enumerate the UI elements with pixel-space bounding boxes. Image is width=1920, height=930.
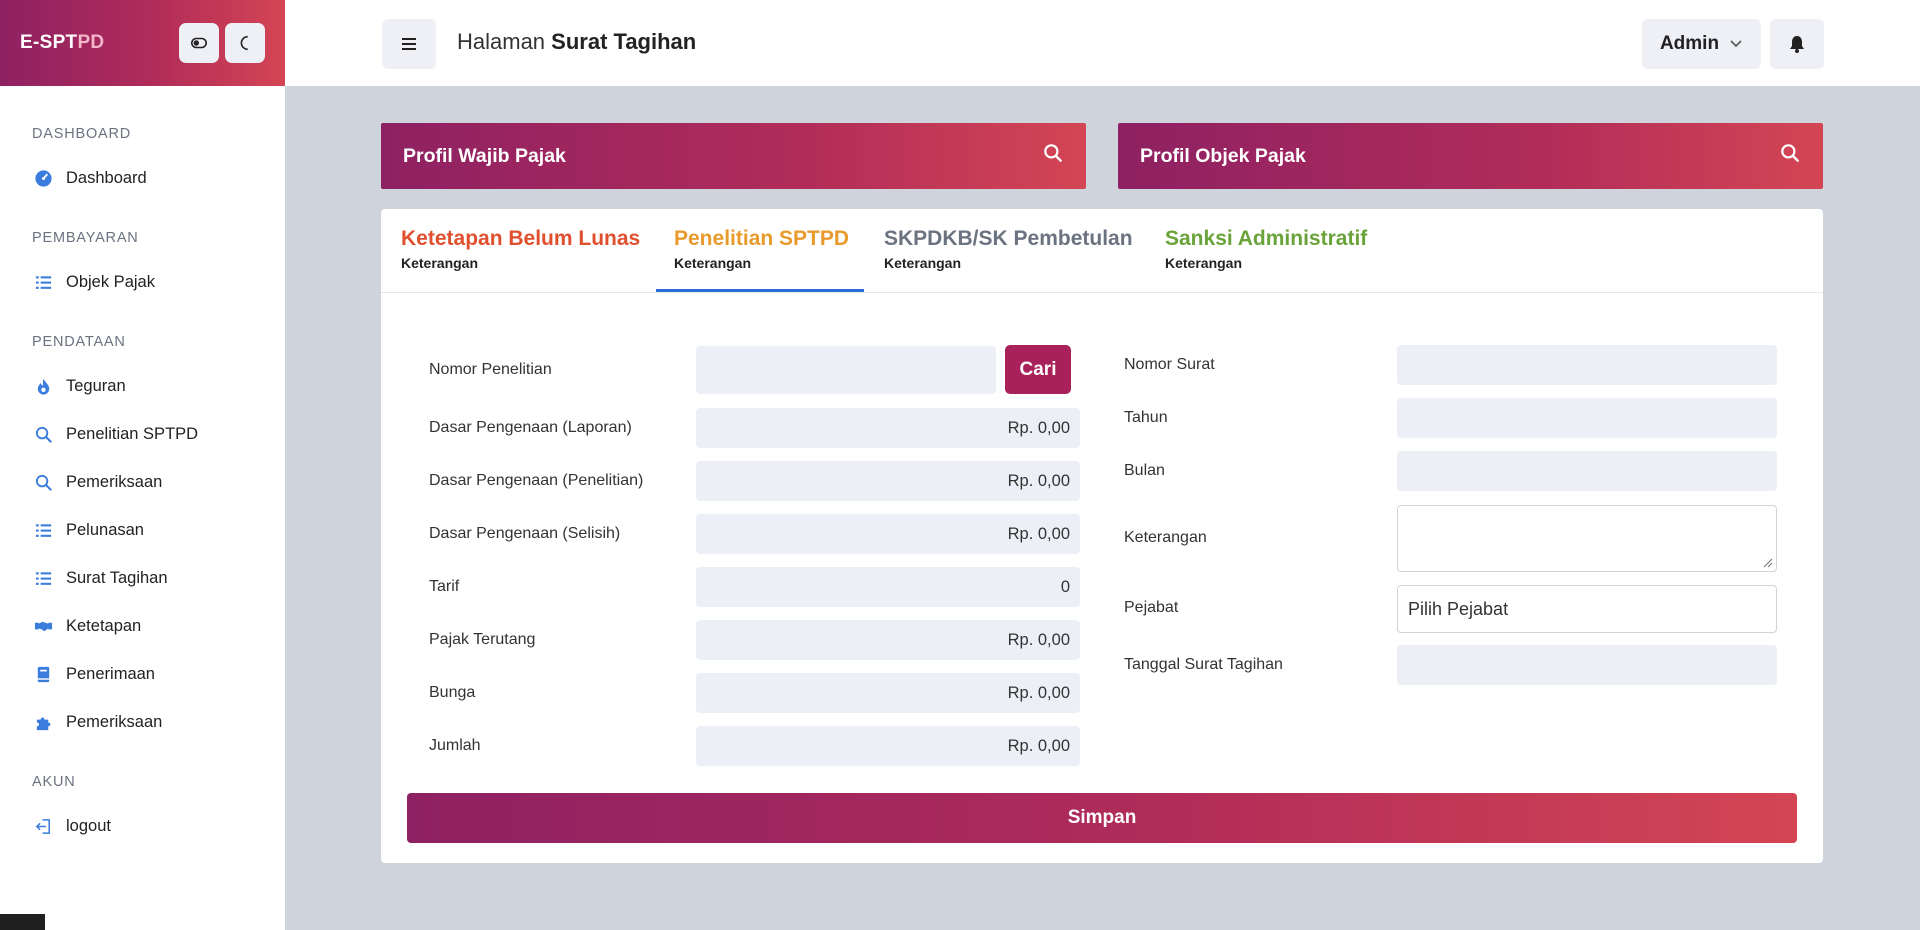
hamburger-icon — [402, 38, 416, 50]
label-dasar-pengenaan-penelitian: Dasar Pengenaan (Penelitian) — [429, 472, 644, 489]
sidebar-item-penelitian-sptpd[interactable]: Penelitian SPTPD — [0, 410, 285, 458]
puzzle-icon — [32, 711, 54, 733]
tab-skpdkb-sk-pembetulan[interactable]: SKPDKB/SK Pembetulan Keterangan — [884, 227, 1133, 271]
label-keterangan: Keterangan — [1124, 529, 1207, 546]
tab-sanksi-administratif[interactable]: Sanksi Administratif Keterangan — [1165, 227, 1367, 271]
menu-button[interactable] — [382, 19, 436, 69]
bunga-field[interactable]: Rp. 0,00 — [696, 673, 1080, 713]
bell-icon — [1790, 36, 1804, 53]
jumlah-field[interactable]: Rp. 0,00 — [696, 726, 1080, 766]
tarif-field[interactable]: 0 — [696, 567, 1080, 607]
nav-section-akun: AKUN — [32, 774, 76, 790]
pajak-terutang-field[interactable]: Rp. 0,00 — [696, 620, 1080, 660]
label-dasar-pengenaan-selisih: Dasar Pengenaan (Selisih) — [429, 525, 621, 542]
corner-badge — [0, 914, 45, 930]
notification-button[interactable] — [1770, 19, 1824, 69]
dasar-pengenaan-penelitian-field[interactable]: Rp. 0,00 — [696, 461, 1080, 501]
sidebar-item-pemeriksaan[interactable]: Pemeriksaan — [0, 458, 285, 506]
sidebar-nav: DASHBOARD Dashboard PEMBAYARAN Objek Paj… — [0, 86, 285, 850]
label-pajak-terutang: Pajak Terutang — [429, 631, 536, 648]
label-jumlah: Jumlah — [429, 737, 481, 754]
search-icon — [32, 423, 54, 445]
dasar-pengenaan-laporan-field[interactable]: Rp. 0,00 — [696, 408, 1080, 448]
sidebar-item-ketetapan[interactable]: Ketetapan — [0, 602, 285, 650]
surat-tagihan-card: Ketetapan Belum Lunas Keterangan Penelit… — [381, 209, 1823, 863]
sidebar-item-objek-pajak[interactable]: Objek Pajak — [0, 258, 285, 306]
moon-icon — [240, 35, 248, 51]
label-bulan: Bulan — [1124, 462, 1165, 479]
cari-button[interactable]: Cari — [1005, 345, 1071, 394]
sidebar-item-teguran[interactable]: Teguran — [0, 362, 285, 410]
search-icon — [32, 471, 54, 493]
sidebar-item-pemeriksaan-2[interactable]: Pemeriksaan — [0, 698, 285, 746]
sidebar-item-penerimaan[interactable]: Penerimaan — [0, 650, 285, 698]
toggle-sidebar-button[interactable] — [179, 23, 219, 63]
active-tab-indicator — [656, 289, 864, 292]
label-pejabat: Pejabat — [1124, 599, 1179, 616]
simpan-button[interactable]: Simpan — [407, 793, 1797, 843]
keterangan-textarea[interactable] — [1397, 505, 1777, 572]
dashboard-icon — [32, 167, 54, 189]
label-tarif: Tarif — [429, 578, 460, 595]
book-icon — [32, 663, 54, 685]
toggle-icon — [190, 37, 208, 49]
label-dasar-pengenaan-laporan: Dasar Pengenaan (Laporan) — [429, 419, 632, 436]
nomor-surat-input[interactable] — [1397, 345, 1777, 385]
tab-penelitian-sptpd[interactable]: Penelitian SPTPD Keterangan — [674, 227, 849, 271]
list-icon — [32, 271, 54, 293]
dasar-pengenaan-selisih-field[interactable]: Rp. 0,00 — [696, 514, 1080, 554]
nav-section-dashboard: DASHBOARD — [32, 126, 132, 142]
search-icon[interactable] — [1042, 142, 1064, 170]
page-title: Halaman Surat Tagihan — [457, 29, 697, 54]
user-menu-button[interactable]: Admin — [1642, 19, 1761, 69]
sidebar-item-logout[interactable]: logout — [0, 802, 285, 850]
label-tahun: Tahun — [1124, 409, 1168, 426]
pejabat-select[interactable]: Pilih Pejabat — [1397, 585, 1777, 633]
tahun-input[interactable] — [1397, 398, 1777, 438]
nav-section-pembayaran: PEMBAYARAN — [32, 230, 139, 246]
logout-icon — [32, 815, 54, 837]
bulan-input[interactable] — [1397, 451, 1777, 491]
sidebar-item-dashboard[interactable]: Dashboard — [0, 154, 285, 202]
resize-grip-icon[interactable] — [1763, 558, 1773, 568]
list-icon — [32, 519, 54, 541]
label-nomor-penelitian: Nomor Penelitian — [429, 361, 552, 378]
top-bar: Halaman Surat Tagihan Admin — [285, 0, 1920, 86]
tab-bar: Ketetapan Belum Lunas Keterangan Penelit… — [381, 209, 1823, 293]
label-tanggal-surat-tagihan: Tanggal Surat Tagihan — [1124, 656, 1283, 673]
app-logo[interactable]: E-SPTPD — [20, 32, 104, 54]
label-bunga: Bunga — [429, 684, 476, 701]
nomor-penelitian-input[interactable] — [696, 346, 996, 394]
nav-section-pendataan: PENDATAAN — [32, 334, 126, 350]
sidebar: E-SPTPD DASHBOARD Dashboard PEMBAYARAN O… — [0, 0, 285, 930]
sidebar-item-pelunasan[interactable]: Pelunasan — [0, 506, 285, 554]
list-icon — [32, 567, 54, 589]
chevron-down-icon — [1730, 40, 1742, 48]
brand-header: E-SPTPD — [0, 0, 285, 86]
handshake-icon — [32, 615, 54, 637]
dark-mode-button[interactable] — [225, 23, 265, 63]
label-nomor-surat: Nomor Surat — [1124, 356, 1215, 373]
sidebar-item-surat-tagihan[interactable]: Surat Tagihan — [0, 554, 285, 602]
tanggal-surat-tagihan-input[interactable] — [1397, 645, 1777, 685]
fire-icon — [32, 375, 54, 397]
tab-ketetapan-belum-lunas[interactable]: Ketetapan Belum Lunas Keterangan — [401, 227, 640, 271]
search-icon[interactable] — [1779, 142, 1801, 170]
profil-objek-pajak-bar[interactable]: Profil Objek Pajak — [1118, 123, 1823, 189]
profil-wajib-pajak-bar[interactable]: Profil Wajib Pajak — [381, 123, 1086, 189]
